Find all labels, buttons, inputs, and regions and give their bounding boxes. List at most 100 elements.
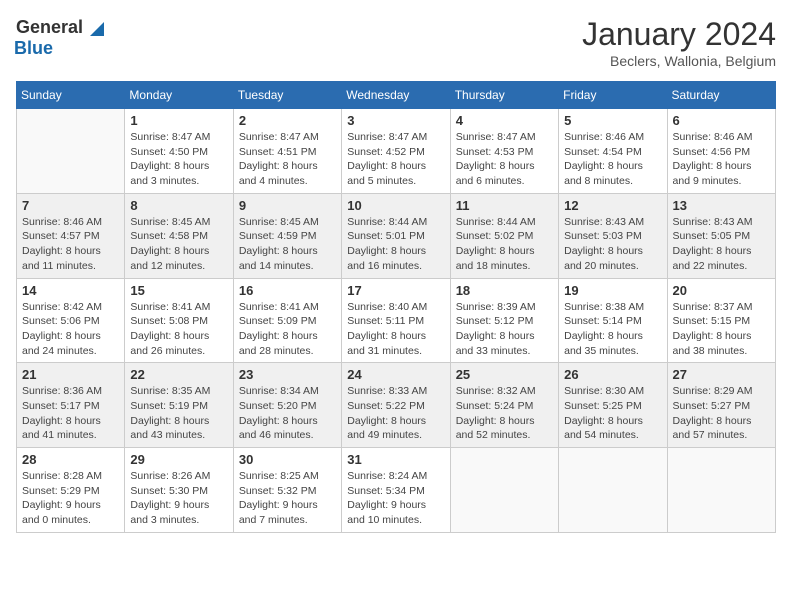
calendar-header-row: SundayMondayTuesdayWednesdayThursdayFrid…: [17, 82, 776, 109]
day-number: 4: [456, 113, 553, 128]
weekday-header: Saturday: [667, 82, 775, 109]
calendar-cell: 11 Sunrise: 8:44 AMSunset: 5:02 PMDayligh…: [450, 193, 558, 278]
day-info: Sunrise: 8:39 AMSunset: 5:12 PMDaylight:…: [456, 300, 553, 359]
day-number: 16: [239, 283, 336, 298]
calendar-cell: 10 Sunrise: 8:44 AMSunset: 5:01 PMDayligh…: [342, 193, 450, 278]
day-info: Sunrise: 8:32 AMSunset: 5:24 PMDaylight:…: [456, 384, 553, 443]
calendar-cell: 9 Sunrise: 8:45 AMSunset: 4:59 PMDaylight…: [233, 193, 341, 278]
day-number: 12: [564, 198, 661, 213]
calendar-cell: 31 Sunrise: 8:24 AMSunset: 5:34 PMDayligh…: [342, 448, 450, 533]
calendar-cell: 17 Sunrise: 8:40 AMSunset: 5:11 PMDayligh…: [342, 278, 450, 363]
day-info: Sunrise: 8:30 AMSunset: 5:25 PMDaylight:…: [564, 384, 661, 443]
day-number: 21: [22, 367, 119, 382]
calendar-cell: 23 Sunrise: 8:34 AMSunset: 5:20 PMDayligh…: [233, 363, 341, 448]
day-info: Sunrise: 8:47 AMSunset: 4:50 PMDaylight:…: [130, 130, 227, 189]
day-info: Sunrise: 8:43 AMSunset: 5:05 PMDaylight:…: [673, 215, 770, 274]
page-title: January 2024: [582, 16, 776, 53]
calendar-cell: [450, 448, 558, 533]
day-number: 9: [239, 198, 336, 213]
calendar-cell: 29Sunrise: 8:26 AMSunset: 5:30 PMDayligh…: [125, 448, 233, 533]
title-area: January 2024 Beclers, Wallonia, Belgium: [582, 16, 776, 69]
calendar-cell: 5Sunrise: 8:46 AMSunset: 4:54 PMDaylight…: [559, 109, 667, 194]
calendar-cell: 1 Sunrise: 8:47 AMSunset: 4:50 PMDaylight…: [125, 109, 233, 194]
day-info: Sunrise: 8:46 AMSunset: 4:56 PMDaylight:…: [673, 130, 770, 189]
day-info: Sunrise: 8:40 AMSunset: 5:11 PMDaylight:…: [347, 300, 444, 359]
calendar-cell: 14Sunrise: 8:42 AMSunset: 5:06 PMDayligh…: [17, 278, 125, 363]
day-number: 28: [22, 452, 119, 467]
calendar-cell: 2 Sunrise: 8:47 AMSunset: 4:51 PMDaylight…: [233, 109, 341, 194]
day-number: 6: [673, 113, 770, 128]
calendar-cell: 30Sunrise: 8:25 AMSunset: 5:32 PMDayligh…: [233, 448, 341, 533]
day-number: 27: [673, 367, 770, 382]
day-info: Sunrise: 8:44 AMSunset: 5:01 PMDaylight:…: [347, 215, 444, 274]
day-info: Sunrise: 8:47 AMSunset: 4:52 PMDaylight:…: [347, 130, 444, 189]
day-number: 11: [456, 198, 553, 213]
weekday-header: Tuesday: [233, 82, 341, 109]
day-number: 26: [564, 367, 661, 382]
day-number: 18: [456, 283, 553, 298]
calendar-cell: 21 Sunrise: 8:36 AMSunset: 5:17 PMDayligh…: [17, 363, 125, 448]
day-info: Sunrise: 8:41 AMSunset: 5:08 PMDaylight:…: [130, 300, 227, 359]
day-number: 23: [239, 367, 336, 382]
calendar-cell: 28Sunrise: 8:28 AMSunset: 5:29 PMDayligh…: [17, 448, 125, 533]
day-number: 10: [347, 198, 444, 213]
day-info: Sunrise: 8:46 AMSunset: 4:54 PMDaylight:…: [564, 130, 661, 189]
calendar-cell: 6 Sunrise: 8:46 AMSunset: 4:56 PMDaylight…: [667, 109, 775, 194]
calendar-row: 1 Sunrise: 8:47 AMSunset: 4:50 PMDaylight…: [17, 109, 776, 194]
weekday-header: Sunday: [17, 82, 125, 109]
calendar-cell: 3Sunrise: 8:47 AMSunset: 4:52 PMDaylight…: [342, 109, 450, 194]
calendar-cell: 24 Sunrise: 8:33 AMSunset: 5:22 PMDayligh…: [342, 363, 450, 448]
calendar-cell: [667, 448, 775, 533]
day-number: 19: [564, 283, 661, 298]
day-number: 2: [239, 113, 336, 128]
day-info: Sunrise: 8:44 AMSunset: 5:02 PMDaylight:…: [456, 215, 553, 274]
day-info: Sunrise: 8:36 AMSunset: 5:17 PMDaylight:…: [22, 384, 119, 443]
weekday-header: Thursday: [450, 82, 558, 109]
day-info: Sunrise: 8:45 AMSunset: 4:58 PMDaylight:…: [130, 215, 227, 274]
day-info: Sunrise: 8:47 AMSunset: 4:53 PMDaylight:…: [456, 130, 553, 189]
calendar-cell: 27Sunrise: 8:29 AMSunset: 5:27 PMDayligh…: [667, 363, 775, 448]
logo-arrow-icon: [86, 18, 108, 40]
day-info: Sunrise: 8:47 AMSunset: 4:51 PMDaylight:…: [239, 130, 336, 189]
logo: General Blue: [16, 16, 108, 59]
day-info: Sunrise: 8:37 AMSunset: 5:15 PMDaylight:…: [673, 300, 770, 359]
day-info: Sunrise: 8:46 AMSunset: 4:57 PMDaylight:…: [22, 215, 119, 274]
day-info: Sunrise: 8:43 AMSunset: 5:03 PMDaylight:…: [564, 215, 661, 274]
day-number: 17: [347, 283, 444, 298]
page-subtitle: Beclers, Wallonia, Belgium: [582, 53, 776, 69]
day-number: 24: [347, 367, 444, 382]
calendar-cell: [17, 109, 125, 194]
calendar-cell: 13 Sunrise: 8:43 AMSunset: 5:05 PMDayligh…: [667, 193, 775, 278]
day-number: 1: [130, 113, 227, 128]
day-number: 7: [22, 198, 119, 213]
day-info: Sunrise: 8:34 AMSunset: 5:20 PMDaylight:…: [239, 384, 336, 443]
calendar-cell: 12 Sunrise: 8:43 AMSunset: 5:03 PMDayligh…: [559, 193, 667, 278]
day-number: 25: [456, 367, 553, 382]
day-number: 20: [673, 283, 770, 298]
calendar-cell: 4 Sunrise: 8:47 AMSunset: 4:53 PMDaylight…: [450, 109, 558, 194]
page-header: General Blue January 2024 Beclers, Wallo…: [16, 16, 776, 69]
calendar-table: SundayMondayTuesdayWednesdayThursdayFrid…: [16, 81, 776, 533]
day-info: Sunrise: 8:45 AMSunset: 4:59 PMDaylight:…: [239, 215, 336, 274]
calendar-cell: 26 Sunrise: 8:30 AMSunset: 5:25 PMDayligh…: [559, 363, 667, 448]
day-info: Sunrise: 8:24 AMSunset: 5:34 PMDaylight:…: [347, 469, 444, 528]
weekday-header: Wednesday: [342, 82, 450, 109]
logo-blue-text: Blue: [14, 38, 53, 59]
day-info: Sunrise: 8:33 AMSunset: 5:22 PMDaylight:…: [347, 384, 444, 443]
calendar-cell: 16Sunrise: 8:41 AMSunset: 5:09 PMDayligh…: [233, 278, 341, 363]
day-number: 31: [347, 452, 444, 467]
day-info: Sunrise: 8:25 AMSunset: 5:32 PMDaylight:…: [239, 469, 336, 528]
calendar-row: 7 Sunrise: 8:46 AMSunset: 4:57 PMDaylight…: [17, 193, 776, 278]
calendar-row: 21 Sunrise: 8:36 AMSunset: 5:17 PMDayligh…: [17, 363, 776, 448]
calendar-cell: 18 Sunrise: 8:39 AMSunset: 5:12 PMDayligh…: [450, 278, 558, 363]
weekday-header: Monday: [125, 82, 233, 109]
calendar-cell: 22Sunrise: 8:35 AMSunset: 5:19 PMDayligh…: [125, 363, 233, 448]
calendar-cell: 25 Sunrise: 8:32 AMSunset: 5:24 PMDayligh…: [450, 363, 558, 448]
day-number: 15: [130, 283, 227, 298]
day-number: 22: [130, 367, 227, 382]
calendar-cell: [559, 448, 667, 533]
day-number: 14: [22, 283, 119, 298]
day-number: 29: [130, 452, 227, 467]
calendar-cell: 19Sunrise: 8:38 AMSunset: 5:14 PMDayligh…: [559, 278, 667, 363]
day-number: 13: [673, 198, 770, 213]
